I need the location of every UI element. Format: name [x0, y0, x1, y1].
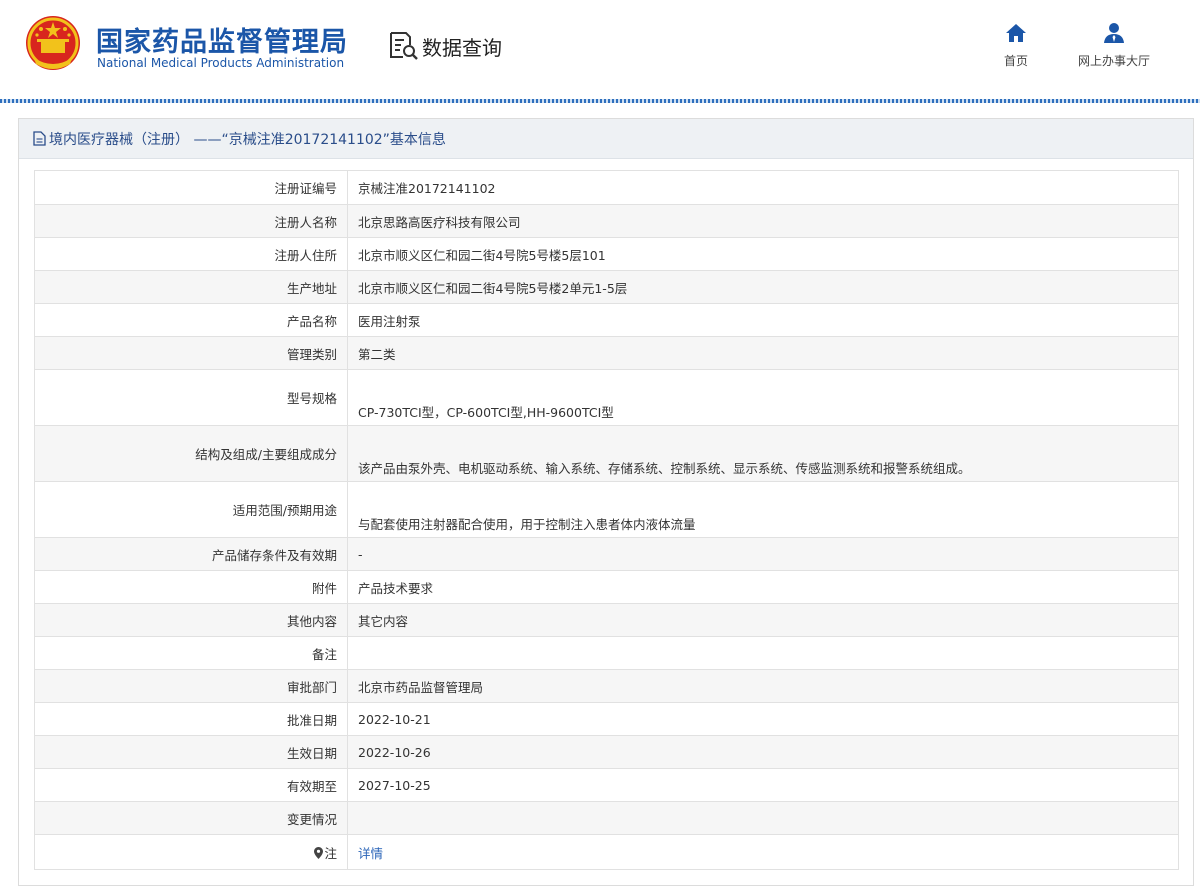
row-label: 注册证编号: [34, 170, 348, 205]
row-label: 批准日期: [34, 702, 348, 736]
row-label: 产品名称: [34, 303, 348, 337]
details-link[interactable]: 详情: [358, 846, 383, 861]
table-row: 注册证编号 京械注准20172141102: [34, 170, 1179, 205]
home-icon: [1006, 24, 1026, 42]
detail-panel: 境内医疗器械（注册） ——“京械注准20172141102”基本信息 注册证编号…: [18, 118, 1194, 886]
table-row: 批准日期 2022-10-21: [34, 702, 1179, 736]
nav-online-office[interactable]: 网上办事大厅: [1066, 22, 1162, 69]
data-query-label: 数据查询: [422, 35, 502, 60]
row-label: 型号规格: [34, 369, 348, 426]
nav-home-label: 首页: [1003, 54, 1028, 68]
table-row: 注 详情: [34, 834, 1179, 870]
map-pin-icon: [314, 846, 324, 859]
row-value: 北京市顺义区仁和园二街4号院5号楼2单元1-5层: [347, 270, 1179, 304]
row-label: 生效日期: [34, 735, 348, 769]
row-value: 2027-10-25: [347, 768, 1179, 802]
site-header: 国家药品监督管理局 National Medical Products Admi…: [0, 0, 1200, 100]
nav-online-office-label: 网上办事大厅: [1077, 54, 1150, 68]
table-row: 变更情况: [34, 801, 1179, 835]
table-row: 备注: [34, 636, 1179, 670]
row-value: 其它内容: [347, 603, 1179, 637]
row-value: 该产品由泵外壳、电机驱动系统、输入系统、存储系统、控制系统、显示系统、传感监测系…: [347, 425, 1179, 482]
row-value: 医用注射泵: [347, 303, 1179, 337]
detail-table: 注册证编号 京械注准20172141102 注册人名称 北京思路高医疗科技有限公司 …: [34, 170, 1179, 870]
table-row: 注册人住所 北京市顺义区仁和园二街4号院5号楼5层101: [34, 237, 1179, 271]
row-label: 结构及组成/主要组成成分: [34, 425, 348, 482]
table-row: 注册人名称 北京思路高医疗科技有限公司: [34, 204, 1179, 238]
table-row: 结构及组成/主要组成成分 该产品由泵外壳、电机驱动系统、输入系统、存储系统、控制系…: [34, 425, 1179, 482]
row-label: 附件: [34, 570, 348, 604]
row-value: 与配套使用注射器配合使用，用于控制注入患者体内液体流量: [347, 481, 1179, 538]
row-label: 其他内容: [34, 603, 348, 637]
table-row: 产品储存条件及有效期 -: [34, 537, 1179, 571]
row-value: 详情: [347, 834, 1179, 870]
table-row: 型号规格 CP-730TCI型，CP-600TCI型,HH-9600TCI型: [34, 369, 1179, 426]
document-icon: [33, 131, 46, 146]
row-value: [347, 801, 1179, 835]
table-row: 生效日期 2022-10-26: [34, 735, 1179, 769]
table-row: 有效期至 2027-10-25: [34, 768, 1179, 802]
row-label: 管理类别: [34, 336, 348, 370]
brand-name-cn[interactable]: 国家药品监督管理局: [96, 20, 348, 59]
table-row: 审批部门 北京市药品监督管理局: [34, 669, 1179, 703]
table-row: 管理类别 第二类: [34, 336, 1179, 370]
row-label: 备注: [34, 636, 348, 670]
row-value: 2022-10-21: [347, 702, 1179, 736]
row-value: -: [347, 537, 1179, 571]
row-label: 注册人住所: [34, 237, 348, 271]
row-value: CP-730TCI型，CP-600TCI型,HH-9600TCI型: [347, 369, 1179, 426]
note-label: 注: [324, 845, 337, 861]
row-label: 适用范围/预期用途: [34, 481, 348, 538]
row-value: 产品技术要求: [347, 570, 1179, 604]
table-row: 适用范围/预期用途 与配套使用注射器配合使用，用于控制注入患者体内液体流量: [34, 481, 1179, 538]
header-divider: [0, 99, 1200, 103]
row-value: 2022-10-26: [347, 735, 1179, 769]
panel-header: 境内医疗器械（注册） ——“京械注准20172141102”基本信息: [19, 119, 1193, 159]
row-label: 变更情况: [34, 801, 348, 835]
row-value: 北京思路高医疗科技有限公司: [347, 204, 1179, 238]
data-query-link[interactable]: 数据查询: [388, 30, 502, 62]
row-label: 产品储存条件及有效期: [34, 537, 348, 571]
brand-name-en[interactable]: National Medical Products Administration: [97, 56, 344, 70]
row-value: [347, 636, 1179, 670]
document-search-icon: [390, 32, 418, 60]
row-value: 北京市药品监督管理局: [347, 669, 1179, 703]
national-emblem-icon[interactable]: [24, 14, 82, 74]
row-value: 京械注准20172141102: [347, 170, 1179, 205]
table-row: 附件 产品技术要求: [34, 570, 1179, 604]
row-label: 注册人名称: [34, 204, 348, 238]
row-label: 注: [34, 834, 348, 870]
user-icon: [1104, 23, 1124, 43]
row-label: 有效期至: [34, 768, 348, 802]
table-row: 生产地址 北京市顺义区仁和园二街4号院5号楼2单元1-5层: [34, 270, 1179, 304]
nav-home[interactable]: 首页: [996, 22, 1036, 69]
panel-title: 境内医疗器械（注册） ——“京械注准20172141102”基本信息: [49, 131, 446, 148]
row-label: 生产地址: [34, 270, 348, 304]
row-value: 北京市顺义区仁和园二街4号院5号楼5层101: [347, 237, 1179, 271]
table-row: 其他内容 其它内容: [34, 603, 1179, 637]
row-value: 第二类: [347, 336, 1179, 370]
table-row: 产品名称 医用注射泵: [34, 303, 1179, 337]
row-label: 审批部门: [34, 669, 348, 703]
